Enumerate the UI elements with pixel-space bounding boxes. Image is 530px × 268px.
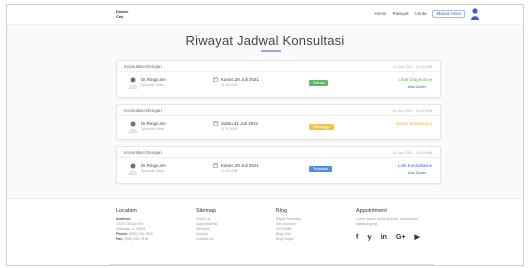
action-label: Link Konsultasi: [398, 163, 429, 168]
nav-link-home[interactable]: Home: [374, 11, 386, 18]
nav-links: Home Riwayat Cerita Masuk Akun: [374, 10, 465, 18]
user-icon[interactable]: [471, 8, 479, 20]
action-label: Lihat Diagnosa: [398, 77, 429, 82]
card-date: 12 Juni 2021 · 10.00 WIB: [392, 151, 433, 155]
consultation-card: Konsultasi Dengan 12 Juni 2021 · 10.00 W…: [116, 104, 441, 140]
title-underline: [261, 50, 281, 52]
footer-heading: Sitemap: [196, 208, 217, 214]
browser-viewport: Dokter Cek Home Riwayat Cerita Masuk Aku…: [6, 4, 524, 266]
status-badge: Terjadwal: [309, 166, 332, 172]
card-date: 12 Juni 2021 · 10.00 WIB: [392, 109, 433, 113]
card-divider: [117, 157, 440, 158]
card-date: 12 Juni 2021 · 10.00 WIB: [392, 65, 433, 69]
doctor-name: Dr.Ringo,sm: [141, 163, 166, 168]
calendar-icon: [213, 121, 218, 126]
card-divider: [117, 71, 440, 72]
view-diagnosis-link[interactable]: Lihat Diagnosa ▸: [398, 77, 432, 83]
consultation-card: Konsultasi Dengan 12 Juni 2021 · 10.00 W…: [116, 60, 441, 98]
logo-line-2: Cek: [116, 14, 124, 19]
footer-appointment: Appointment Lorem ipsum dolor sit amet, …: [356, 208, 420, 241]
schedule-date: Kamis,29 Juli 2021: [221, 163, 260, 168]
doctor-specialty: Spesialis Mata: [141, 127, 164, 131]
nav-link-riwayat[interactable]: Riwayat: [392, 11, 408, 18]
facebook-icon[interactable]: f: [356, 234, 358, 241]
card-heading: Konsultasi Dengan: [124, 150, 162, 155]
review-doctor-link[interactable]: Ulas Dokter: [408, 85, 426, 89]
footer-heading: Blog: [276, 208, 288, 214]
address-label-text: Address:: [116, 217, 132, 221]
logo[interactable]: Dokter Cek: [116, 9, 129, 19]
card-heading: Konsultasi Dengan: [124, 64, 162, 69]
phone-label: Phone:: [116, 232, 128, 236]
schedule-time: 11.00 WIB: [221, 83, 238, 87]
doctor-specialty: Spesialis Mata: [141, 83, 164, 87]
chevron-right-icon: ▸: [429, 163, 432, 168]
action-label: Bayar Sekarang: [396, 121, 429, 126]
footer-heading: Location: [116, 208, 137, 214]
phone-value: (555) 236-7818: [128, 232, 153, 236]
navbar: Dokter Cek Home Riwayat Cerita Masuk Aku…: [7, 5, 523, 25]
status-badge: Selesai: [309, 80, 329, 86]
nav-link-cerita[interactable]: Cerita: [414, 11, 426, 18]
chevron-right-icon: ▸: [429, 121, 432, 126]
appointment-text-2: adipiscing elit.: [356, 222, 378, 226]
schedule-time: 11.00 WIB: [221, 169, 238, 173]
doctor-avatar-icon: [129, 121, 137, 133]
card-divider: [117, 115, 440, 116]
fax-line: Fax: (555) 265-7818: [116, 237, 153, 242]
schedule-date: Sabtu,31 Juli 2021: [221, 121, 259, 126]
doctor-name: Dr.Ringo,sm: [141, 77, 166, 82]
google-plus-icon[interactable]: G+: [396, 234, 406, 241]
doctor-avatar-icon: [129, 163, 137, 175]
footer-bottom-line: [109, 264, 434, 265]
consultation-card: Konsultasi Dengan 12 Juni 2021 · 10.00 W…: [116, 146, 441, 184]
footer-location: Location Address: 1025 Tuff Ave Rd. Hulu…: [116, 208, 153, 242]
review-doctor-link[interactable]: Ulas Dokter: [408, 171, 426, 175]
social-links: f 𝕪 in G+ ▶: [356, 233, 420, 242]
doctor-name: Dr.Ringo,sm: [141, 121, 166, 126]
status-badge: Menunggu: [309, 124, 334, 130]
sitemap-link[interactable]: Contact Us: [196, 237, 217, 242]
doctor-avatar-icon: [129, 77, 137, 89]
fax-value: (555) 265-7818: [124, 237, 149, 241]
calendar-icon: [213, 77, 218, 82]
footer-sitemap: Sitemap About Us Appointments Services D…: [196, 208, 217, 242]
doctor-specialty: Spesialis Mata: [141, 169, 164, 173]
chevron-right-icon: ▸: [429, 77, 432, 82]
calendar-icon: [213, 163, 218, 168]
nav-link-masuk-akun[interactable]: Masuk Akun: [432, 10, 465, 18]
schedule-date: Kamis,29 Juli 2021: [221, 77, 260, 82]
blog-link[interactable]: Blog Single: [276, 237, 301, 242]
consultation-link[interactable]: Link Konsultasi ▸: [398, 163, 432, 169]
schedule-time: 11.00 WIB: [221, 127, 238, 131]
page-title: Riwayat Jadwal Konsultasi: [185, 33, 345, 48]
pay-now-link[interactable]: Bayar Sekarang ▸: [396, 121, 432, 127]
fax-label: Fax:: [116, 237, 124, 241]
twitter-icon[interactable]: 𝕪: [367, 233, 371, 241]
card-heading: Konsultasi Dengan: [124, 108, 162, 113]
linkedin-icon[interactable]: in: [381, 234, 387, 241]
footer-heading: Appointment: [356, 208, 387, 214]
footer: Location Address: 1025 Tuff Ave Rd. Hulu…: [7, 198, 523, 265]
footer-blog: Blog Rapid Recovery Get Involved Full Wi…: [276, 208, 301, 242]
youtube-icon[interactable]: ▶: [415, 233, 420, 241]
